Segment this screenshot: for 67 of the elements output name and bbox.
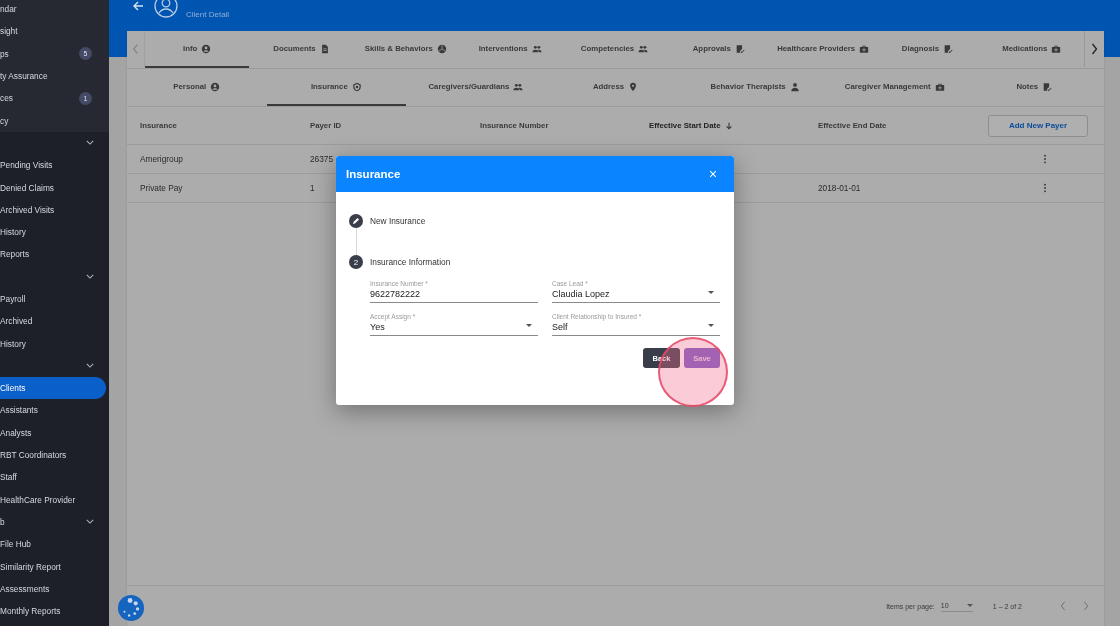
document-icon: [319, 43, 330, 54]
more-options-icon[interactable]: [1043, 183, 1047, 193]
more-options-icon[interactable]: [1043, 154, 1047, 164]
sidebar-item[interactable]: HealthCare Provider: [0, 494, 76, 505]
sidebar-item[interactable]: ndar: [0, 4, 17, 15]
sidebar-item[interactable]: Reports: [0, 249, 30, 260]
loading-dots-icon[interactable]: [117, 594, 145, 622]
people-icon: [513, 81, 524, 92]
sidebar-item[interactable]: Staff: [0, 472, 17, 483]
sidebar-section-label: b: [0, 516, 5, 527]
pencil-step-icon: [349, 214, 363, 228]
sidebar-item[interactable]: ps: [0, 48, 9, 59]
sidebar-item[interactable]: cy: [0, 115, 9, 126]
chevron-down-icon[interactable]: [86, 274, 94, 280]
sort-down-arrow-icon[interactable]: [724, 121, 733, 130]
person-circle-icon: [210, 81, 221, 92]
sidebar-item[interactable]: Assessments: [0, 583, 50, 594]
sidebar-item[interactable]: Assistants: [0, 405, 38, 416]
sidebar-item[interactable]: Payroll: [0, 294, 26, 304]
clipboard-icon: [734, 43, 745, 54]
chevron-down-icon[interactable]: [86, 363, 94, 369]
sidebar-item[interactable]: Archived Visits: [0, 204, 55, 215]
add-new-payer-button[interactable]: Add New Payer: [988, 114, 1088, 137]
table-cell: 26375: [310, 154, 334, 164]
first-aid-kit-icon: [859, 43, 870, 54]
table-cell: Private Pay: [140, 183, 183, 193]
clipboard-icon: [943, 43, 954, 54]
table-cell: 1: [310, 183, 315, 193]
table-cell: Amerigroup: [140, 154, 183, 164]
first-aid-kit-icon: [934, 81, 945, 92]
person-outline-icon: [154, 0, 178, 18]
sidebar-item[interactable]: Archived: [0, 316, 33, 327]
caret-down-icon: [526, 324, 532, 327]
sidebar-item[interactable]: Denied Claims: [0, 182, 54, 193]
table-cell: 2018-01-01: [818, 183, 861, 193]
first-aid-kit-icon: [1051, 43, 1062, 54]
clipboard-icon: [1042, 81, 1053, 92]
pie-chart-icon: [436, 43, 447, 54]
sidebar-item[interactable]: File Hub: [0, 539, 31, 550]
sidebar-item[interactable]: Similarity Report: [0, 561, 61, 572]
page-subtitle: Client Detail: [186, 9, 230, 19]
step-label: New Insurance: [370, 216, 426, 226]
close-icon[interactable]: [709, 170, 717, 178]
step-number: 2: [349, 255, 363, 269]
person-circle-icon: [201, 43, 212, 54]
caret-down-icon: [966, 604, 973, 607]
sidebar-item[interactable]: History: [0, 338, 26, 349]
sidebar-item[interactable]: Analysts: [0, 427, 32, 438]
chevron-down-icon[interactable]: [86, 140, 94, 146]
people-icon: [531, 43, 542, 54]
person-icon: [789, 81, 800, 92]
map-pin-icon: [628, 81, 639, 92]
dialog-title: Insurance: [346, 168, 401, 180]
sidebar-item[interactable]: Clients: [0, 383, 26, 394]
sidebar-item[interactable]: RBT Coordinators: [0, 450, 67, 461]
chevron-down-icon[interactable]: [86, 519, 94, 525]
sidebar-item[interactable]: sight: [0, 26, 18, 37]
sidebar-item[interactable]: History: [0, 227, 26, 238]
step-label: Insurance Information: [370, 257, 451, 267]
caret-down-icon: [708, 324, 714, 327]
sidebar-item[interactable]: Pending Visits: [0, 160, 53, 171]
people-icon: [638, 43, 649, 54]
shield-icon: [351, 81, 362, 92]
caret-down-icon: [708, 291, 714, 294]
sidebar-item[interactable]: ces: [0, 93, 13, 104]
back-arrow-icon[interactable]: [132, 0, 144, 12]
sidebar-item[interactable]: Monthly Reports: [0, 606, 61, 617]
